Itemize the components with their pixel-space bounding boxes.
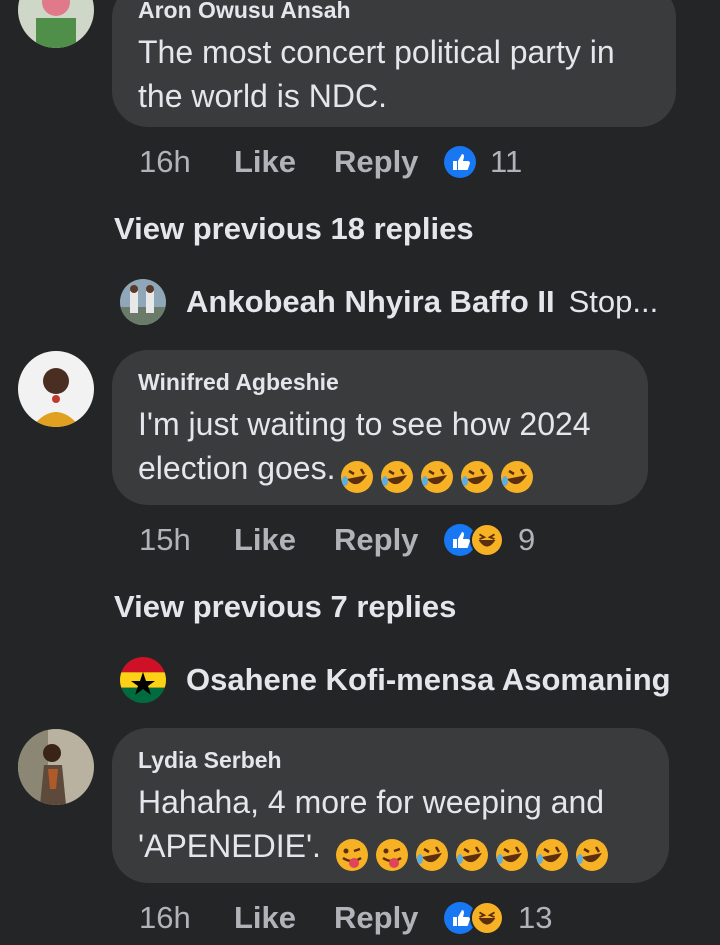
- comment-timestamp[interactable]: 16h: [139, 900, 234, 936]
- comment-bubble: Aron Owusu Ansah The most concert politi…: [112, 0, 676, 127]
- rofl-emoji-icon: [534, 837, 570, 873]
- view-previous-replies-button[interactable]: View previous 18 replies: [114, 211, 474, 247]
- comment-bubble: Winifred Agbeshie I'm just waiting to se…: [112, 350, 648, 505]
- comment-actions: 16h Like Reply 13: [139, 898, 552, 938]
- comment-text-line: 'APENEDIE'.: [138, 824, 643, 874]
- comment-text: I'm just waiting to see how 2024 electio…: [138, 402, 622, 496]
- rofl-emoji-icon: [414, 837, 450, 873]
- rofl-emoji-icon: [419, 459, 455, 495]
- collapsed-reply[interactable]: Ankobeah Nhyira Baffo II Stop...: [120, 277, 658, 327]
- comment-text-line: The most concert political party in: [138, 34, 615, 70]
- comment-text: Hahaha, 4 more for weeping and 'APENEDIE…: [138, 780, 643, 874]
- collapsed-reply[interactable]: Osahene Kofi-mensa Asomaning: [120, 655, 671, 705]
- comment-text-line: election goes.: [138, 446, 622, 496]
- reaction-count[interactable]: 13: [518, 900, 552, 936]
- tongue-emoji-icon: [334, 837, 370, 873]
- reply-button[interactable]: Reply: [334, 144, 444, 180]
- comment-text: The most concert political party in the …: [138, 30, 650, 118]
- comment-timestamp[interactable]: 16h: [139, 144, 234, 180]
- avatar: [120, 657, 166, 703]
- view-previous-replies-button[interactable]: View previous 7 replies: [114, 589, 456, 625]
- comment-text-line: Hahaha, 4 more for weeping and: [138, 784, 605, 820]
- rofl-emoji-icon: [339, 459, 375, 495]
- like-button[interactable]: Like: [234, 522, 334, 558]
- reaction-summary[interactable]: [444, 901, 504, 935]
- comment-author[interactable]: Lydia Serbeh: [138, 746, 643, 774]
- haha-reaction-icon: [470, 523, 504, 557]
- reply-button[interactable]: Reply: [334, 900, 444, 936]
- rofl-emoji-icon: [574, 837, 610, 873]
- comment-actions: 16h Like Reply 11: [139, 142, 522, 182]
- rofl-emoji-icon: [499, 459, 535, 495]
- reaction-summary[interactable]: [444, 146, 476, 178]
- comment-text-line: I'm just waiting to see how 2024: [138, 406, 591, 442]
- haha-reaction-icon: [470, 901, 504, 935]
- comment-author[interactable]: Winifred Agbeshie: [138, 368, 622, 396]
- avatar: [120, 279, 166, 325]
- comment-timestamp[interactable]: 15h: [139, 522, 234, 558]
- reaction-count[interactable]: 11: [490, 144, 522, 180]
- rofl-emoji-icon: [494, 837, 530, 873]
- comment-author[interactable]: Aron Owusu Ansah: [138, 0, 650, 24]
- like-reaction-icon: [444, 146, 476, 178]
- avatar[interactable]: [18, 351, 94, 427]
- avatar[interactable]: [18, 729, 94, 805]
- comment-actions: 15h Like Reply 9: [139, 520, 535, 560]
- tongue-emoji-icon: [374, 837, 410, 873]
- emoji-row: [330, 830, 610, 874]
- comment-text-line: the world is NDC.: [138, 78, 387, 114]
- reaction-count[interactable]: 9: [518, 522, 535, 558]
- comment-text-segment: 'APENEDIE'.: [138, 828, 321, 864]
- rofl-emoji-icon: [379, 459, 415, 495]
- comment-bubble: Lydia Serbeh Hahaha, 4 more for weeping …: [112, 728, 669, 883]
- like-button[interactable]: Like: [234, 900, 334, 936]
- reply-author[interactable]: Ankobeah Nhyira Baffo II: [186, 284, 555, 320]
- reply-button[interactable]: Reply: [334, 522, 444, 558]
- rofl-emoji-icon: [459, 459, 495, 495]
- reply-author[interactable]: Osahene Kofi-mensa Asomaning: [186, 662, 671, 698]
- reaction-summary[interactable]: [444, 523, 504, 557]
- emoji-row: [335, 452, 535, 496]
- like-button[interactable]: Like: [234, 144, 334, 180]
- rofl-emoji-icon: [454, 837, 490, 873]
- reply-snippet: Stop...: [568, 284, 659, 319]
- comment-text-segment: election goes.: [138, 450, 336, 486]
- avatar[interactable]: [18, 0, 94, 48]
